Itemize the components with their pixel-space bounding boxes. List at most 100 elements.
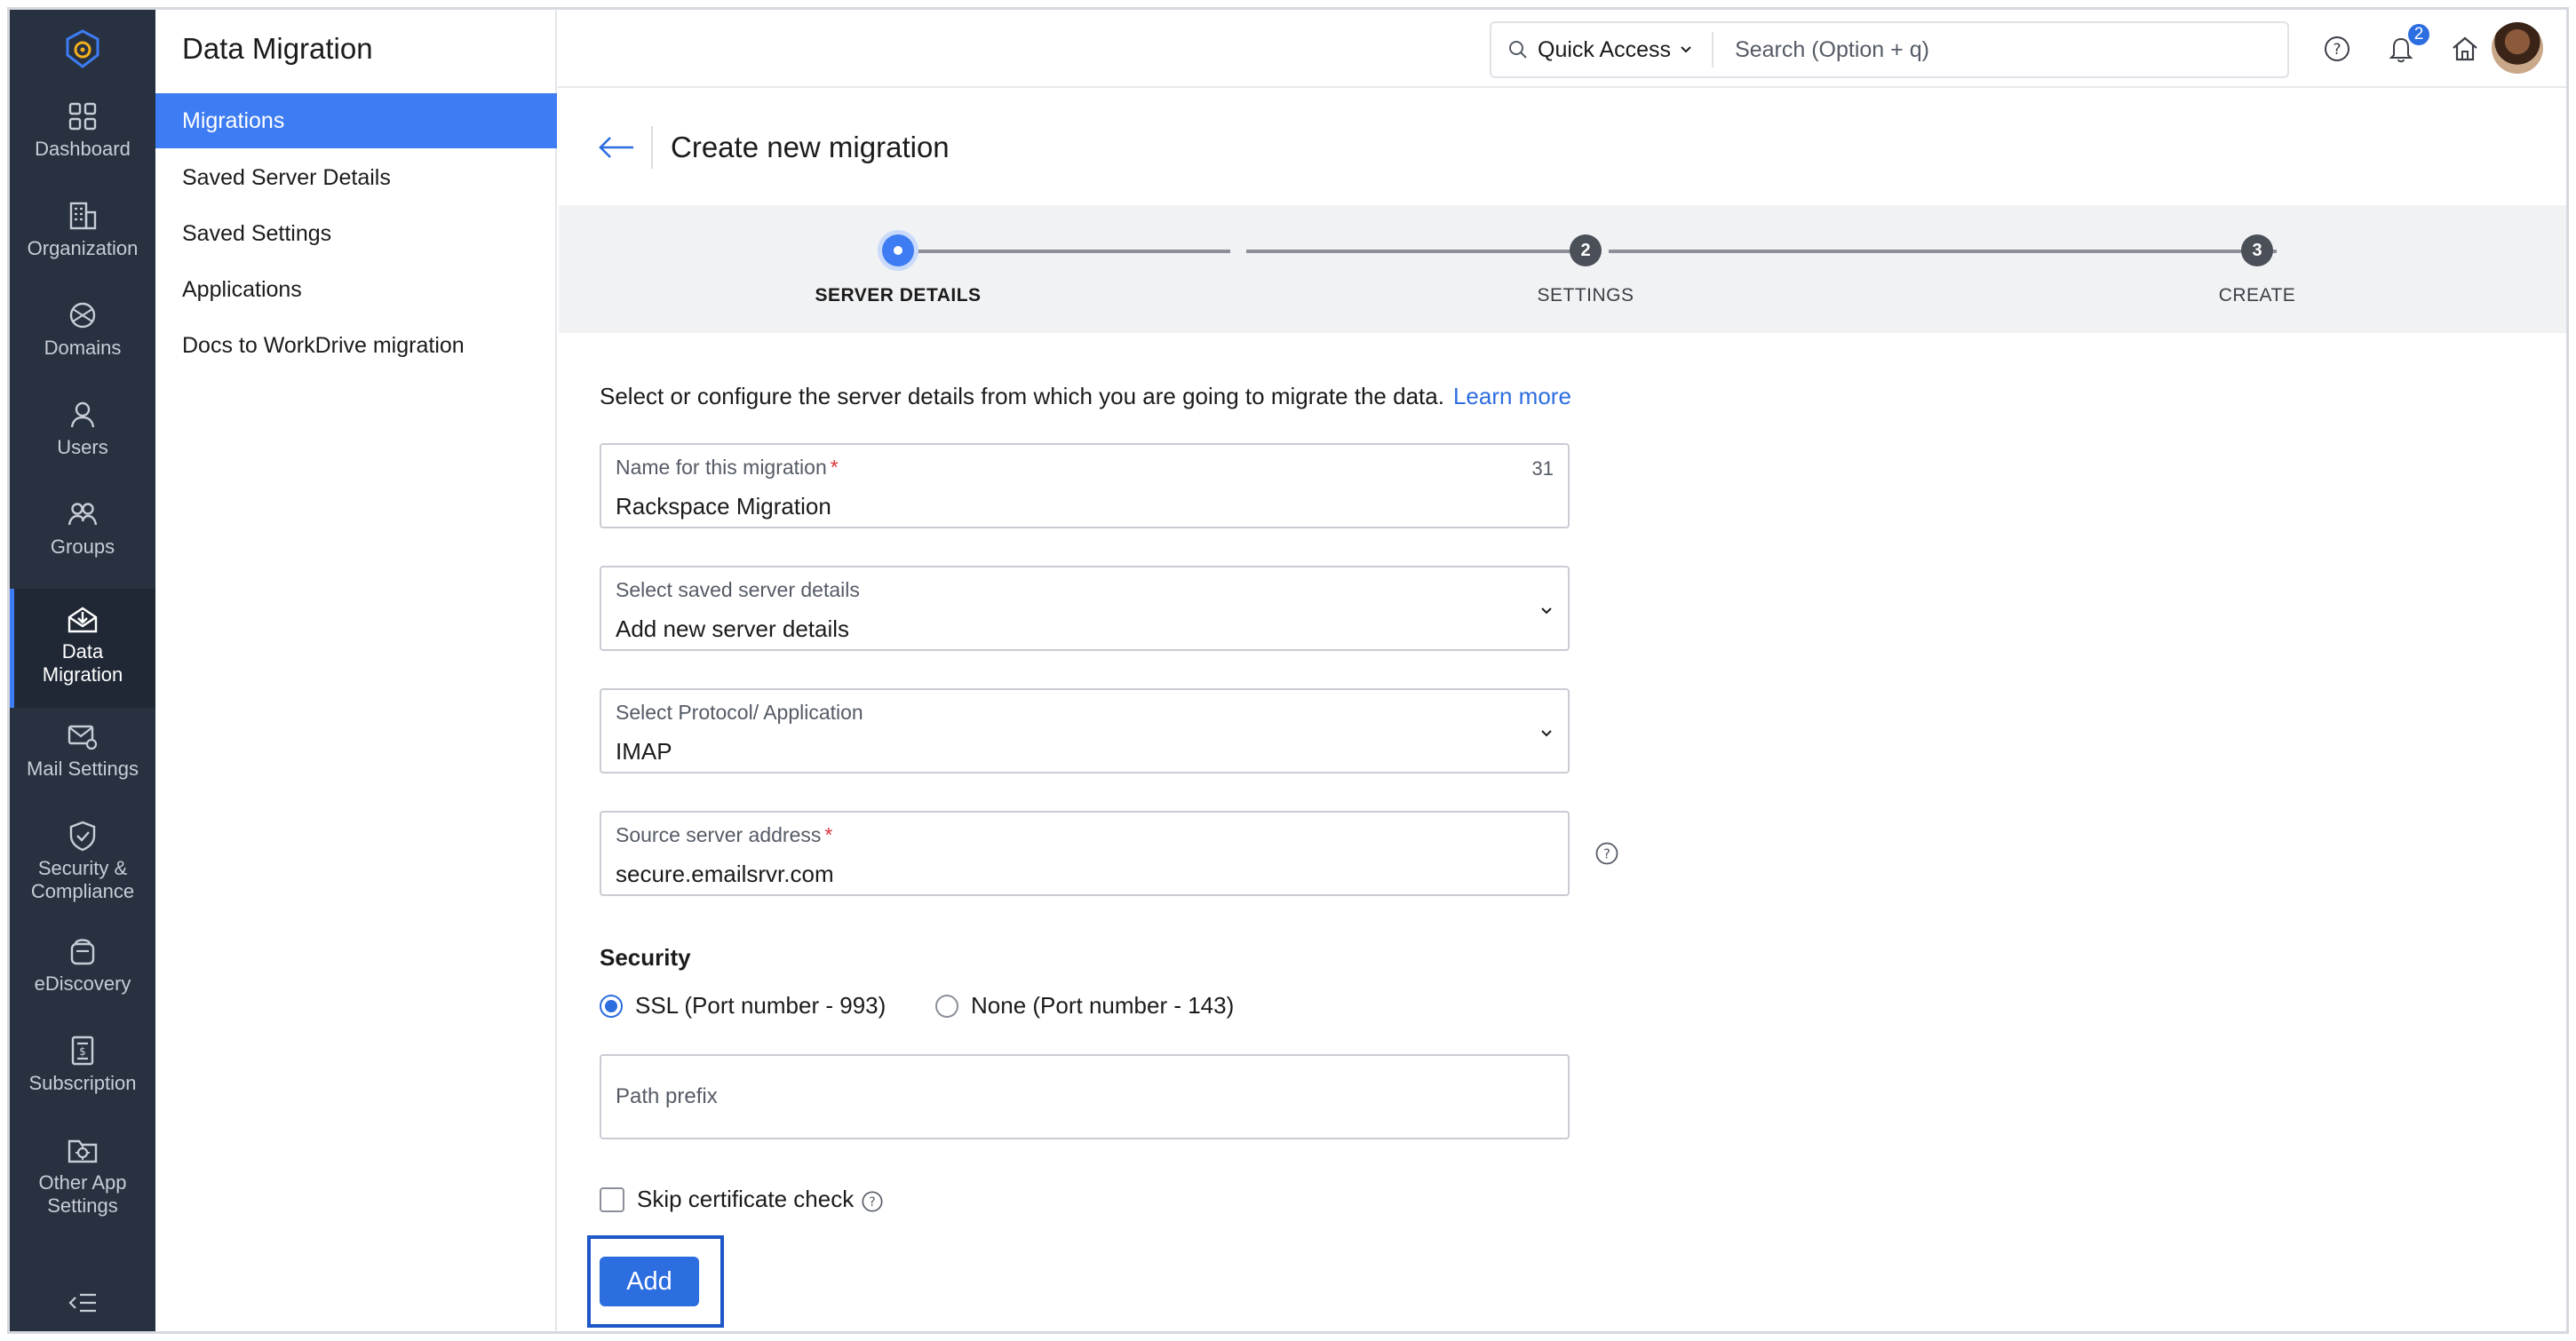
protocol-value: IMAP [616, 738, 672, 765]
radio-indicator [935, 994, 958, 1018]
quick-access-label: Quick Access [1538, 36, 1672, 62]
rail-item-users[interactable]: Users [10, 397, 155, 486]
submenu-item-docs-to-workdrive[interactable]: Docs to WorkDrive migration [155, 318, 557, 373]
rail-item-label: Security & Compliance [30, 857, 135, 902]
page-title: Create new migration [671, 131, 950, 163]
rail-item-groups[interactable]: Groups [10, 496, 155, 585]
step-connector [880, 250, 1230, 253]
path-prefix-field[interactable]: Path prefix [600, 1054, 1570, 1139]
chevron-down-icon [1681, 46, 1691, 53]
field-label: Select Protocol/ Application [616, 701, 863, 724]
step-connector [1246, 250, 1593, 253]
source-server-field[interactable]: Source server address * secure.emailsrvr.… [600, 811, 1570, 896]
rail-item-label: Subscription [28, 1072, 137, 1094]
chevron-down-icon [1541, 607, 1552, 615]
app-window: Dashboard Organization Domains Users Gro… [7, 7, 2569, 1334]
intro-description: Select or configure the server details f… [600, 383, 1444, 409]
rail-item-label: Dashboard [35, 138, 131, 160]
submenu-item-migrations[interactable]: Migrations [155, 93, 557, 148]
svg-text:$: $ [79, 1045, 86, 1058]
skip-certificate-checkbox[interactable]: Skip certificate check ? [600, 1186, 884, 1213]
server-details-form: Select or configure the server details f… [559, 333, 2566, 1331]
radio-label: SSL (Port number - 993) [635, 992, 886, 1019]
app-settings-icon [68, 1139, 98, 1163]
rail-item-label: Groups [50, 536, 115, 558]
field-label-text: Name for this migration [616, 456, 827, 479]
app-logo[interactable] [10, 10, 155, 88]
protocol-select[interactable]: Select Protocol/ Application IMAP [600, 688, 1570, 774]
rail-item-label: Users [57, 436, 108, 458]
help-icon: ? [2325, 36, 2349, 61]
submenu-item-saved-settings[interactable]: Saved Settings [155, 206, 557, 261]
rail-item-label: Data Migration [42, 640, 123, 686]
search-icon [1509, 41, 1527, 59]
user-avatar[interactable] [2492, 22, 2543, 74]
help-icon[interactable]: ? [1594, 841, 1619, 866]
intro-text: Select or configure the server details f… [600, 383, 1571, 410]
organization-icon [69, 202, 97, 230]
data-migration-icon [68, 607, 98, 633]
groups-icon [68, 503, 98, 526]
security-ssl-radio[interactable]: SSL (Port number - 993) [600, 992, 886, 1020]
radio-label: None (Port number - 143) [971, 992, 1235, 1019]
search-input[interactable] [1713, 36, 2287, 63]
section-menu: Data Migration Migrations Saved Server D… [155, 10, 557, 1331]
ediscovery-icon [70, 939, 95, 965]
rail-item-organization[interactable]: Organization [10, 198, 155, 287]
section-title: Data Migration [182, 32, 373, 65]
help-button[interactable]: ? [2319, 31, 2355, 67]
quick-access-dropdown[interactable]: Quick Access [1491, 32, 1714, 67]
rail-item-data-migration[interactable]: Data Migration [10, 589, 155, 708]
checkbox-label: Skip certificate check [637, 1186, 855, 1212]
rail-item-subscription[interactable]: $ Subscription [10, 1033, 155, 1122]
rail-item-mail-settings[interactable]: Mail Settings [10, 718, 155, 807]
back-button[interactable] [594, 125, 639, 170]
submenu-item-applications[interactable]: Applications [155, 262, 557, 317]
path-prefix-placeholder: Path prefix [616, 1084, 718, 1108]
add-button[interactable]: Add [600, 1257, 699, 1306]
migration-name-field[interactable]: Name for this migration * 31 Rackspace Mi… [600, 443, 1570, 528]
field-label-text: Source server address [616, 823, 822, 846]
rail-item-label: eDiscovery [34, 972, 131, 995]
step-1-indicator [882, 234, 914, 266]
step-1-label: SERVER DETAILS [815, 285, 982, 305]
rail-item-label: Organization [27, 237, 139, 259]
collapse-rail-button[interactable] [10, 1283, 155, 1322]
security-none-radio[interactable]: None (Port number - 143) [935, 992, 1234, 1020]
rail-item-dashboard[interactable]: Dashboard [10, 99, 155, 187]
help-icon[interactable]: ? [861, 1190, 884, 1213]
saved-server-value: Add new server details [616, 615, 850, 642]
submenu-item-saved-server-details[interactable]: Saved Server Details [155, 150, 557, 205]
field-label: Select saved server details [616, 578, 860, 601]
chevron-down-icon [1541, 730, 1552, 737]
arrow-left-icon [599, 137, 633, 158]
rail-item-ediscovery[interactable]: eDiscovery [10, 933, 155, 1022]
field-label: Name for this migration * [616, 456, 839, 480]
step-connector [1609, 250, 2277, 253]
home-button[interactable] [2447, 31, 2483, 67]
rail-item-domains[interactable]: Domains [10, 298, 155, 386]
notifications-button[interactable]: 2 [2383, 22, 2431, 67]
rail-item-label: Other App Settings [38, 1171, 127, 1217]
mail-admin-logo-icon [66, 29, 99, 68]
page-header: Create new migration [559, 90, 2566, 205]
home-icon [2453, 36, 2477, 61]
subscription-icon: $ [71, 1036, 94, 1066]
rail-item-security-compliance[interactable]: Security & Compliance [10, 818, 155, 921]
saved-server-select[interactable]: Select saved server details Add new serv… [600, 566, 1570, 651]
migration-name-value: Rackspace Migration [616, 493, 831, 520]
step-3-indicator: 3 [2241, 234, 2273, 266]
mail-settings-icon [68, 725, 98, 750]
migration-stepper: SERVER DETAILS 2 SETTINGS 3 CREATE [559, 205, 2566, 333]
security-section-title: Security [600, 944, 691, 971]
required-mark: * [824, 823, 833, 846]
svg-text:?: ? [1603, 846, 1610, 862]
notification-count-badge: 2 [2406, 22, 2431, 47]
learn-more-link[interactable]: Learn more [1453, 383, 1571, 409]
svg-text:?: ? [870, 1195, 876, 1210]
field-label: Source server address * [616, 823, 832, 847]
top-header: Quick Access ? 2 [557, 10, 2566, 88]
rail-item-label: Domains [44, 337, 122, 359]
rail-item-other-app-settings[interactable]: Other App Settings [10, 1132, 155, 1235]
rail-item-label: Mail Settings [27, 758, 139, 780]
